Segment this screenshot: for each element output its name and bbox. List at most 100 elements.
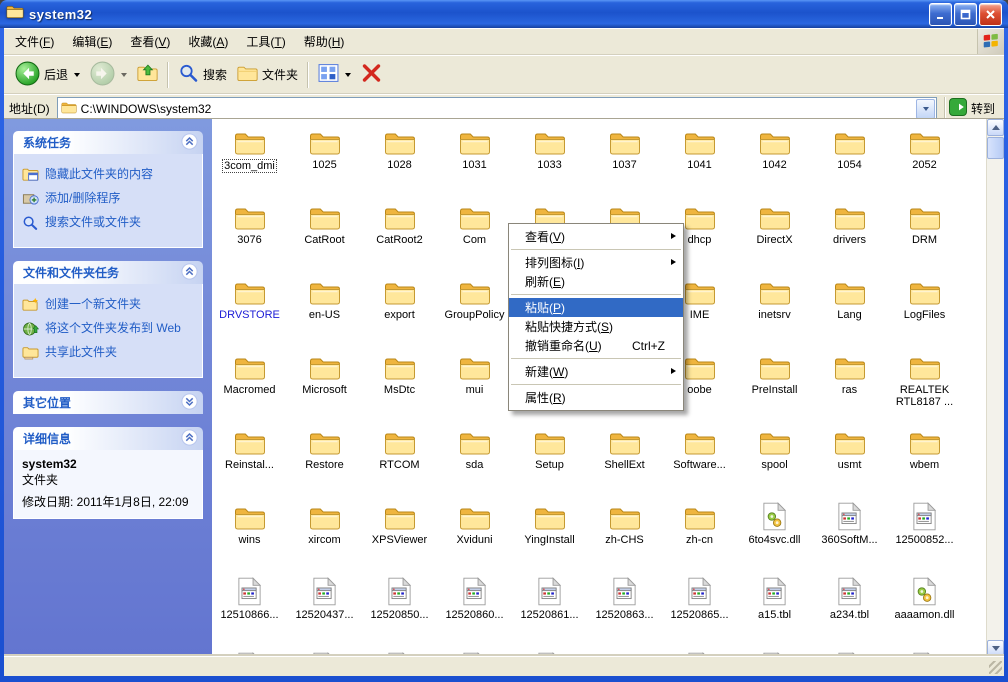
file-item[interactable]: Software... (662, 423, 737, 498)
panel-header-details[interactable]: 详细信息 (13, 427, 203, 450)
file-item[interactable]: 1037 (587, 123, 662, 198)
file-item[interactable]: 12510866... (212, 573, 287, 648)
context-item-arrange-icons[interactable]: 排列图标(I) (509, 253, 683, 272)
file-item[interactable]: inetsrv (737, 273, 812, 348)
link-search-files-folders[interactable]: 搜索文件或文件夹 (22, 215, 196, 233)
back-dropdown-icon[interactable] (74, 73, 80, 77)
file-item[interactable]: Lang (812, 273, 887, 348)
link-share-folder[interactable]: 共享此文件夹 (22, 345, 196, 363)
context-item-undo-rename[interactable]: 撤销重命名(U)Ctrl+Z (509, 336, 683, 355)
address-path[interactable]: C:\WINDOWS\system32 (81, 102, 212, 116)
chevron-up-icon[interactable] (181, 133, 198, 153)
delete-button[interactable] (356, 60, 387, 89)
vertical-scrollbar[interactable] (986, 119, 1004, 657)
back-button[interactable]: 后退 (10, 58, 85, 92)
file-item[interactable]: ShellExt (587, 423, 662, 498)
scroll-down-button[interactable] (987, 640, 1004, 657)
minimize-button[interactable] (929, 3, 952, 26)
menu-edit[interactable]: 编辑(E) (63, 29, 121, 54)
file-item[interactable]: mui (437, 348, 512, 423)
address-dropdown-button[interactable] (916, 99, 935, 119)
file-item[interactable]: en-US (287, 273, 362, 348)
menu-favorites[interactable]: 收藏(A) (179, 29, 237, 54)
forward-button[interactable] (85, 58, 132, 92)
resize-grip[interactable] (989, 661, 1002, 674)
file-item[interactable]: spool (737, 423, 812, 498)
file-item[interactable]: Macromed (212, 348, 287, 423)
file-item[interactable]: DRM (887, 198, 962, 273)
file-item[interactable]: zh-cn (662, 498, 737, 573)
file-item[interactable]: usmt (812, 423, 887, 498)
file-item[interactable]: Microsoft (287, 348, 362, 423)
file-item[interactable]: 12500852... (887, 498, 962, 573)
file-item[interactable]: 12520865... (662, 573, 737, 648)
context-item-new[interactable]: 新建(W) (509, 362, 683, 381)
file-item[interactable]: 1028 (362, 123, 437, 198)
file-item[interactable]: ras (812, 348, 887, 423)
file-item[interactable]: 12520437... (287, 573, 362, 648)
close-button[interactable] (979, 3, 1002, 26)
context-item-properties[interactable]: 属性(R) (509, 388, 683, 407)
file-item[interactable]: 1033 (512, 123, 587, 198)
views-dropdown-icon[interactable] (345, 73, 351, 77)
file-item[interactable]: xircom (287, 498, 362, 573)
file-item[interactable]: MsDtc (362, 348, 437, 423)
go-button[interactable]: 转到 (944, 97, 999, 121)
file-item[interactable]: Reinstal... (212, 423, 287, 498)
file-item[interactable]: XPSViewer (362, 498, 437, 573)
file-item[interactable]: Restore (287, 423, 362, 498)
file-item[interactable]: 2052 (887, 123, 962, 198)
link-new-folder[interactable]: 创建一个新文件夹 (22, 297, 196, 315)
scroll-thumb[interactable] (987, 137, 1004, 159)
menu-tools[interactable]: 工具(T) (237, 29, 294, 54)
file-item[interactable]: 12520863... (587, 573, 662, 648)
file-item[interactable]: wbem (887, 423, 962, 498)
search-button[interactable]: 搜索 (173, 60, 232, 89)
file-item[interactable]: a15.tbl (737, 573, 812, 648)
file-item[interactable]: 6to4svc.dll (737, 498, 812, 573)
file-item[interactable]: export (362, 273, 437, 348)
file-item[interactable]: 3com_dmi (212, 123, 287, 198)
file-item[interactable]: drivers (812, 198, 887, 273)
file-item[interactable]: LogFiles (887, 273, 962, 348)
file-item[interactable]: CatRoot (287, 198, 362, 273)
link-hide-folder-contents[interactable]: 隐藏此文件夹的内容 (22, 167, 196, 185)
file-item[interactable]: 12520850... (362, 573, 437, 648)
chevron-down-icon[interactable] (181, 393, 198, 413)
file-item[interactable]: 12520861... (512, 573, 587, 648)
file-item[interactable]: GroupPolicy (437, 273, 512, 348)
file-item[interactable]: 1042 (737, 123, 812, 198)
context-item-refresh[interactable]: 刷新(E) (509, 272, 683, 291)
menu-help[interactable]: 帮助(H) (295, 29, 354, 54)
file-item[interactable]: 3076 (212, 198, 287, 273)
file-item[interactable]: sda (437, 423, 512, 498)
menu-view[interactable]: 查看(V) (121, 29, 179, 54)
context-item-paste-shortcut[interactable]: 粘贴快捷方式(S) (509, 317, 683, 336)
chevron-up-icon[interactable] (181, 263, 198, 283)
link-publish-web[interactable]: 将这个文件夹发布到 Web (22, 321, 196, 339)
file-item[interactable]: REALTEK RTL8187 ... (887, 348, 962, 423)
file-item[interactable]: 1031 (437, 123, 512, 198)
file-item[interactable]: CatRoot2 (362, 198, 437, 273)
file-item[interactable]: RTCOM (362, 423, 437, 498)
panel-header-other-places[interactable]: 其它位置 (13, 391, 203, 414)
panel-header-file-tasks[interactable]: 文件和文件夹任务 (13, 261, 203, 284)
chevron-up-icon[interactable] (181, 429, 198, 449)
file-item[interactable]: DirectX (737, 198, 812, 273)
file-item[interactable]: aaaamon.dll (887, 573, 962, 648)
maximize-button[interactable] (954, 3, 977, 26)
file-item[interactable]: DRVSTORE (212, 273, 287, 348)
file-item[interactable]: wins (212, 498, 287, 573)
address-input[interactable]: C:\WINDOWS\system32 (57, 97, 937, 121)
menu-file[interactable]: 文件(F) (6, 29, 63, 54)
file-item[interactable]: 1025 (287, 123, 362, 198)
up-button[interactable] (132, 60, 163, 89)
scroll-up-button[interactable] (987, 119, 1004, 136)
views-button[interactable] (313, 60, 356, 89)
file-item[interactable]: Com (437, 198, 512, 273)
folders-button[interactable]: 文件夹 (232, 60, 303, 89)
file-item[interactable]: zh-CHS (587, 498, 662, 573)
file-item[interactable]: PreInstall (737, 348, 812, 423)
link-add-remove-programs[interactable]: 添加/删除程序 (22, 191, 196, 209)
scroll-track[interactable] (987, 159, 1004, 640)
